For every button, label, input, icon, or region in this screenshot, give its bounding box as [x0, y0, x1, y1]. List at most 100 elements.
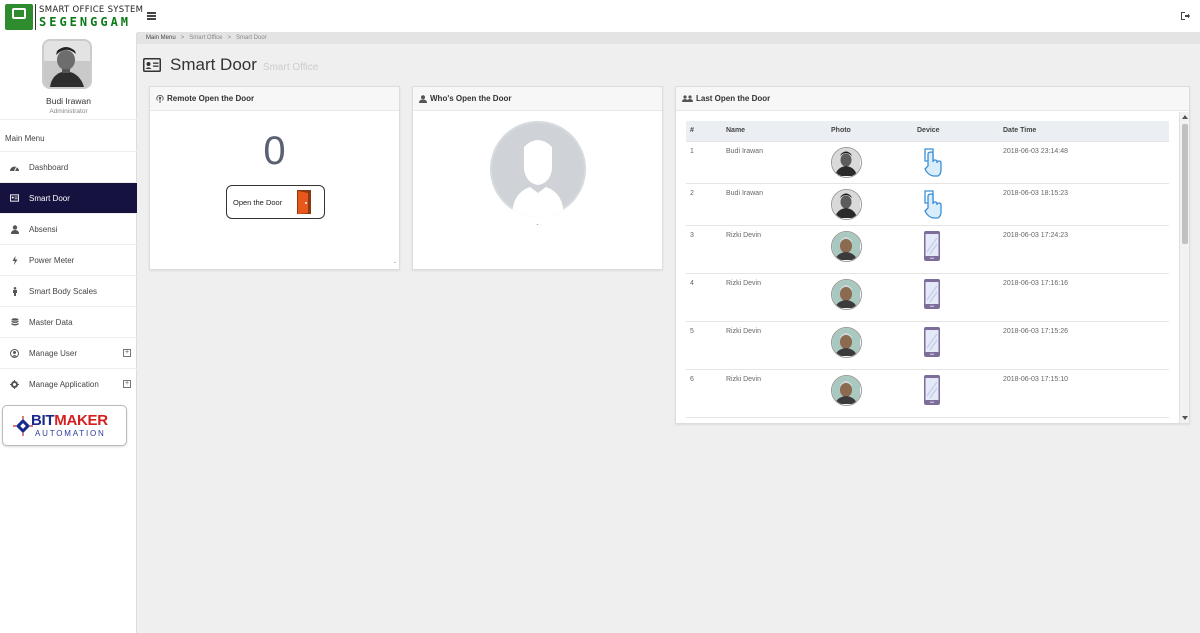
open-door-button[interactable]: Open the Door: [226, 185, 325, 219]
history-table: # Name Photo Device Date Time 1 Budi Iraw…: [686, 121, 1169, 423]
sidebar-item-label: Master Data: [29, 317, 73, 327]
user-circle-icon: [10, 348, 19, 358]
table-row[interactable]: 1 Budi Irawan 2018-06-03 23:14:48: [686, 140, 1169, 183]
phone-icon: [921, 230, 943, 262]
page-subtitle: Smart Office: [262, 61, 319, 73]
sidebar-item-smart-door[interactable]: Smart Door: [0, 182, 137, 213]
table-row[interactable]: 7Rizki Devin 2018-06-03 17:14:40: [686, 416, 1169, 423]
remote-icon: [156, 94, 164, 103]
sidebar-item-label: Absensi: [29, 224, 58, 234]
row-number: 5: [686, 320, 726, 369]
door-icon: [297, 190, 311, 214]
row-name: Rizki Devin: [726, 320, 831, 369]
row-name: Budi Irawan: [726, 182, 831, 225]
phone-icon: [921, 374, 943, 406]
page-title: Smart Door: [170, 55, 257, 74]
phone-icon: [921, 422, 943, 423]
breadcrumb: Main Menu > Smart Office > Smart Door: [137, 33, 1200, 44]
sidebar-item-manage-user[interactable]: Manage User +: [0, 337, 137, 368]
panel-header: Who's Open the Door: [413, 87, 662, 111]
history-table-container[interactable]: # Name Photo Device Date Time 1 Budi Iraw…: [676, 112, 1179, 423]
table-row[interactable]: 4 Rizki Devin 2018-06-03 17:16:16: [686, 272, 1169, 321]
menu-toggle-icon[interactable]: [147, 12, 156, 20]
row-datetime: 2018-06-03 17:14:40: [1003, 416, 1169, 423]
breadcrumb-item: Smart Door: [236, 35, 267, 41]
row-number: 6: [686, 368, 726, 417]
row-name: Rizki Devin: [726, 416, 831, 423]
user-avatar[interactable]: [42, 39, 92, 89]
table-row[interactable]: 6 Rizki Devin 2018-06-03 17:15:10: [686, 368, 1169, 417]
user-photo: [831, 374, 862, 406]
user-photo: [831, 146, 862, 178]
bitmaker-logo[interactable]: BITMAKER AUTOMATION: [2, 405, 127, 446]
user-icon: [419, 94, 427, 103]
sidebar-item-master-data[interactable]: Master Data: [0, 306, 137, 337]
column-header[interactable]: Photo: [831, 121, 917, 141]
logout-icon[interactable]: [1181, 12, 1190, 20]
row-datetime: 2018-06-03 17:24:23: [1003, 224, 1169, 273]
who-open-panel: Who's Open the Door -: [412, 86, 663, 270]
row-name: Rizki Devin: [726, 368, 831, 417]
sidebar-item-label: Dashboard: [29, 162, 69, 172]
dashboard-icon: [10, 163, 19, 172]
sidebar-item-label: Manage Application: [29, 379, 99, 389]
person-icon: [10, 286, 19, 296]
id-card-icon: [10, 194, 19, 203]
sidebar-item-label: Manage User: [29, 348, 78, 358]
phone-icon: [921, 326, 943, 358]
user-photo: [831, 326, 862, 358]
column-header[interactable]: Name: [726, 121, 831, 141]
column-header[interactable]: #: [686, 121, 726, 141]
who-name: -: [536, 222, 539, 228]
gear-icon: [10, 379, 19, 389]
fingerprint-icon: [921, 146, 943, 178]
expand-icon[interactable]: +: [123, 349, 131, 357]
row-number: 3: [686, 224, 726, 273]
scroll-down-icon[interactable]: [1182, 416, 1188, 420]
column-header[interactable]: Device: [917, 121, 1003, 141]
last-open-panel: Last Open the Door # Name Photo Device D…: [675, 86, 1190, 424]
row-name: Budi Irawan: [726, 140, 831, 183]
remote-footer: -: [394, 260, 396, 266]
user-photo: [831, 188, 862, 220]
sidebar-item-label: Smart Door: [29, 193, 70, 203]
expand-icon[interactable]: +: [123, 380, 131, 388]
panel-header: Remote Open the Door: [150, 87, 399, 111]
user-photo: [831, 422, 862, 423]
table-row[interactable]: 3 Rizki Devin 2018-06-03 17:24:23: [686, 224, 1169, 273]
id-card-icon: [143, 58, 161, 72]
table-row[interactable]: 5 Rizki Devin 2018-06-03 17:15:26: [686, 320, 1169, 369]
row-datetime: 2018-06-03 23:14:48: [1003, 140, 1169, 183]
user-photo: [831, 230, 862, 262]
chip-icon: [13, 416, 33, 436]
brand-title: SMART OFFICE SYSTEM: [39, 5, 144, 15]
panel-title: Remote Open the Door: [167, 94, 255, 103]
row-datetime: 2018-06-03 18:15:23: [1003, 182, 1169, 225]
panel-title: Who's Open the Door: [430, 94, 512, 103]
brand-logo[interactable]: SMART OFFICE SYSTEM SEGENGGAM: [0, 0, 143, 33]
table-row[interactable]: 2 Budi Irawan 2018-06-03 18:15:23: [686, 182, 1169, 225]
page-header: Smart Door Smart Office: [143, 55, 318, 75]
open-counter: 0: [263, 129, 286, 173]
default-avatar-icon: [490, 121, 586, 217]
remote-open-panel: Remote Open the Door 0 Open the Door -: [149, 86, 400, 270]
column-header[interactable]: Date Time: [1003, 121, 1169, 141]
sidebar-item-label: Power Meter: [29, 255, 75, 265]
sidebar-item-manage-application[interactable]: Manage Application +: [0, 368, 137, 399]
breadcrumb-item[interactable]: Main Menu: [146, 35, 176, 41]
bolt-icon: [10, 255, 19, 265]
sidebar-item-power-meter[interactable]: Power Meter: [0, 244, 137, 275]
breadcrumb-item[interactable]: Smart Office: [189, 35, 222, 41]
sidebar-item-absensi[interactable]: Absensi: [0, 213, 137, 244]
sidebar-item-smart-body-scales[interactable]: Smart Body Scales: [0, 275, 137, 306]
row-number: 4: [686, 272, 726, 321]
scrollbar[interactable]: [1179, 112, 1189, 423]
sidebar-item-dashboard[interactable]: Dashboard: [0, 151, 137, 182]
open-door-label: Open the Door: [233, 197, 283, 207]
row-number: 1: [686, 140, 726, 183]
scrollbar-thumb[interactable]: [1182, 124, 1188, 244]
user-icon: [10, 224, 19, 234]
row-datetime: 2018-06-03 17:15:10: [1003, 368, 1169, 417]
row-datetime: 2018-06-03 17:15:26: [1003, 320, 1169, 369]
scroll-up-icon[interactable]: [1182, 115, 1188, 119]
